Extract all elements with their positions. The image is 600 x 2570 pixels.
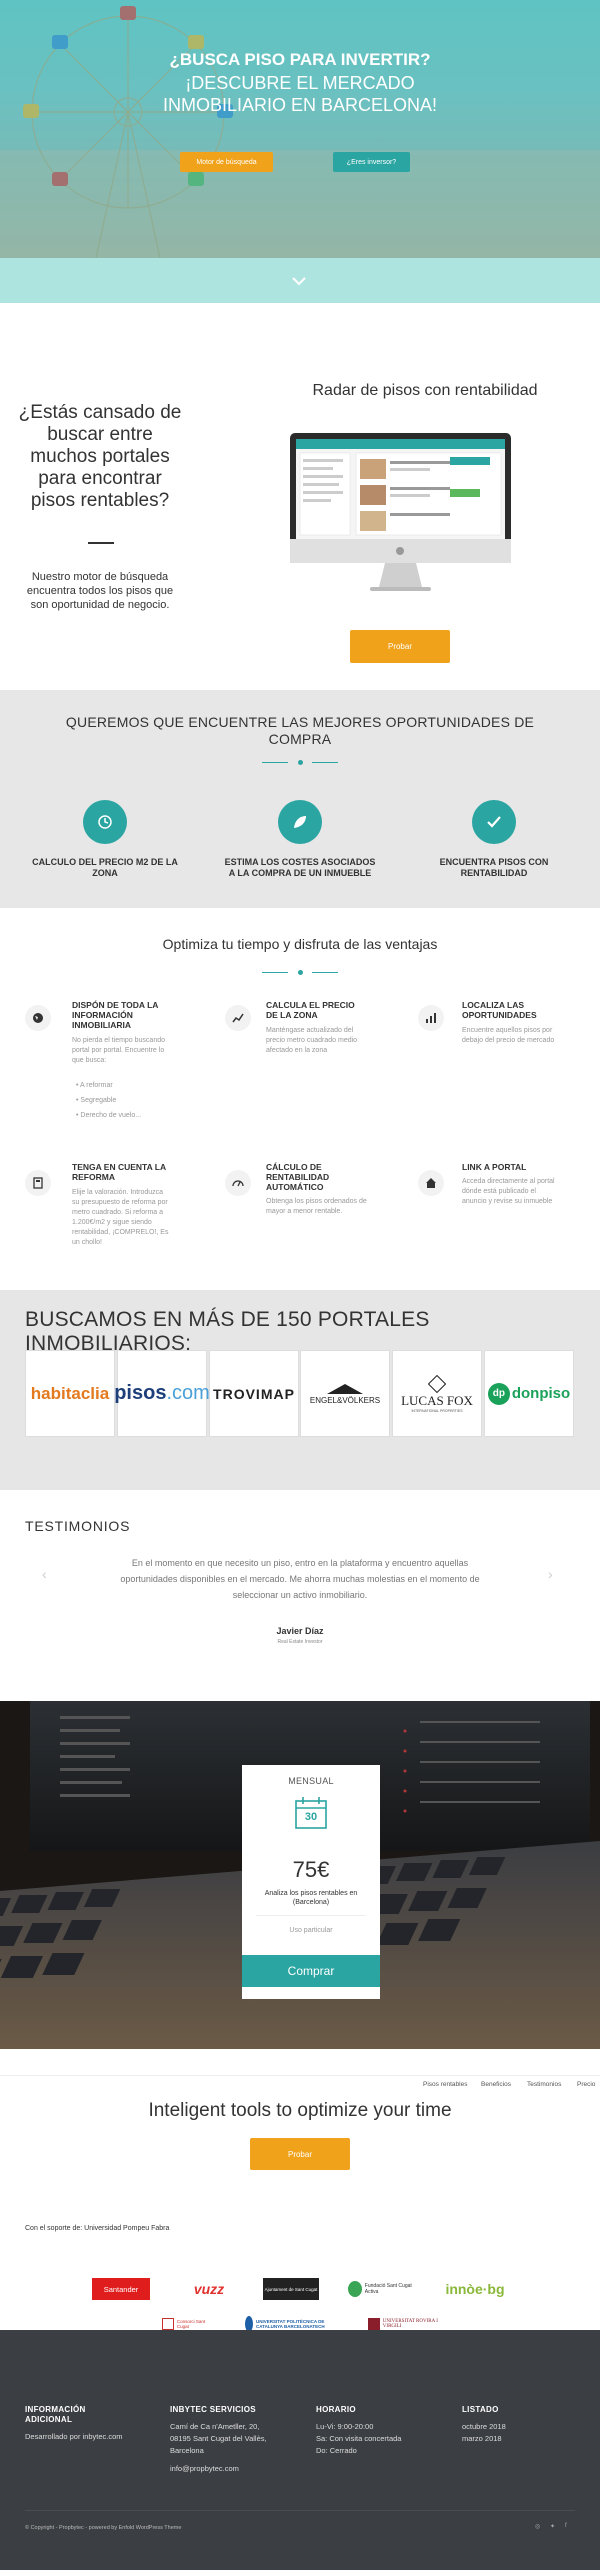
footer-heading-services: INBYTEC SERVICIOS: [170, 2405, 256, 2414]
price: 75€: [292, 1857, 330, 1882]
chevron-right-icon[interactable]: ›: [548, 1566, 553, 1582]
sant-cugat-logo: Ajuntament de Sant Cugat: [263, 2278, 319, 2300]
try-button[interactable]: Probar: [350, 630, 450, 663]
chart-line-icon: [225, 1005, 251, 1031]
tab-precio[interactable]: Precio: [577, 2081, 595, 2088]
footer-heading-info: INFORMACIÓN ADICIONAL: [25, 2405, 86, 2424]
price-description: Analiza los pisos rentables en (Barcelona…: [264, 1890, 358, 1906]
scroll-down-band: [0, 258, 600, 303]
bar-chart-icon: [418, 1005, 444, 1031]
advantage-title: TENGA EN CUENTA LA REFORMA: [72, 1162, 167, 1182]
buy-button[interactable]: Comprar: [242, 1955, 380, 1987]
tab-testimonios[interactable]: Testimonios: [527, 2081, 561, 2088]
copyright: © Copyright - Propbytec - powered by Enf…: [25, 2525, 182, 2531]
advantage-desc: Elije la valoración. Introduzca su presup…: [72, 1189, 169, 1246]
pricing-card: MENSUAL 30 75€ Analiza los pisos rentabl…: [242, 1765, 380, 1999]
advantage-title: DISPÓN DE TODA LA INFORMACIÓN INMOBILIARIA: [72, 1000, 159, 1030]
trovimap-logo: TROVIMAP: [209, 1350, 299, 1437]
radar-title: Radar de pisos con rentabilidad: [312, 382, 538, 399]
footer-address: Camí de Ca n'Ametller, 20, 08195 Sant Cug…: [170, 2422, 267, 2473]
habitaclia-logo: habitaclia: [25, 1350, 115, 1437]
pisos-logo: pisos.com: [114, 1350, 210, 1437]
vuzz-logo: vuzz: [193, 2281, 225, 2297]
advantage-bullets: • A reformar • Segregable • Derecho de vue…: [76, 1082, 142, 1119]
hero-banner: ¿BUSCA PISO PARA INVERTIR? ¡DESCUBRE EL …: [0, 0, 600, 258]
advantage-title: CALCULA EL PRECIO DE LA ZONA: [266, 1000, 355, 1020]
hero-subtitle-2: INMOBILIARIO EN BARCELONA!: [162, 95, 438, 115]
advantage-desc: No pierda el tiempo buscando portal por p…: [72, 1037, 166, 1064]
advantage-title: LINK A PORTAL: [462, 1162, 527, 1172]
footer-archive[interactable]: octubre 2018 marzo 2018: [462, 2421, 506, 2445]
portals-title: BUSCAMOS EN MÁS DE 150 PORTALES INMOBILI…: [25, 1308, 430, 1355]
twitter-icon[interactable]: ✦: [550, 2523, 555, 2530]
innoe-logo: innòe·bg: [445, 2281, 505, 2297]
chevron-down-icon[interactable]: [292, 276, 306, 286]
investor-button[interactable]: ¿Eres inversor?: [333, 152, 410, 172]
testimonial-name: Javier Díaz: [276, 1626, 324, 1636]
advantage-title: CÁLCULO DE RENTABILIDAD AUTOMÁTICO: [266, 1162, 330, 1192]
check-icon: [472, 800, 516, 844]
tab-beneficios[interactable]: Beneficios: [481, 2081, 511, 2088]
clock-icon: [83, 800, 127, 844]
intro-question: ¿Estás cansado de buscar entre muchos port…: [18, 402, 182, 511]
footer-developed-by[interactable]: Desarrollado por inbytec.com: [25, 2431, 123, 2443]
footer-hours: Lu-Vi: 9:00-20:00 Sa: Con visita concerta…: [316, 2422, 402, 2455]
tools-title: Inteligent tools to optimize your time: [148, 2100, 452, 2121]
globe-icon: [25, 1005, 51, 1031]
testimonials-title: TESTIMONIOS: [25, 1518, 131, 1534]
advantages-title: Optimiza tu tiempo y disfruta de las ven…: [162, 936, 438, 952]
testimonial-quote: En el momento en que necesito un piso, e…: [120, 1558, 480, 1600]
imac-screenshot: [290, 433, 511, 591]
advantage-title: LOCALIZA LAS OPORTUNIDADES: [462, 1000, 537, 1020]
feature-rentability: ENCUENTRA PISOS CON RENTABILIDAD: [439, 857, 549, 878]
footer-heading-hours: HORARIO: [316, 2405, 356, 2414]
donpiso-logo: dp donpiso: [484, 1350, 574, 1437]
calculator-icon: [25, 1170, 51, 1196]
try-button-2[interactable]: Probar: [250, 2138, 350, 2170]
hero-title: ¿BUSCA PISO PARA INVERTIR?: [169, 50, 431, 69]
testimonial-role: Real Estate Investor: [277, 1639, 323, 1645]
intro-description: Nuestro motor de búsqueda encuentra todos…: [26, 571, 174, 611]
section-tabs: Pisos rentables Beneficios Testimonios P…: [0, 2075, 600, 2093]
divider: [262, 970, 338, 975]
gauge-icon: [225, 1170, 251, 1196]
hero-subtitle-1: ¡DESCUBRE EL MERCADO: [185, 73, 415, 93]
footer-heading-list: LISTADO: [462, 2405, 499, 2414]
calendar-day: 30: [304, 1811, 318, 1823]
leaf-icon: [278, 800, 322, 844]
home-icon: [418, 1170, 444, 1196]
divider: [262, 760, 338, 765]
feature-costs: ESTIMA LOS COSTES ASOCIADOS A LA COMPRA D…: [224, 857, 376, 878]
search-engine-button[interactable]: Motor de búsqueda: [180, 152, 273, 172]
advantage-desc: Obtenga los pisos ordenados de mayor a me…: [266, 1198, 367, 1215]
tab-pisos-rentables[interactable]: Pisos rentables: [423, 2081, 467, 2088]
divider: [88, 542, 114, 544]
chevron-left-icon[interactable]: ‹: [42, 1566, 47, 1582]
santander-logo: Santander: [92, 2278, 150, 2300]
engel-volkers-logo: ENGEL&VÖLKERS: [300, 1350, 390, 1437]
usage-type: Uso particular: [289, 1927, 333, 1934]
advantage-desc: Manténgase actualizado del precio metro c…: [266, 1027, 358, 1054]
lucas-fox-logo: LUCAS FOX INTERNATIONAL PROPERTIES: [392, 1350, 482, 1437]
facebook-icon[interactable]: f: [565, 2523, 567, 2529]
plan-label: MENSUAL: [288, 1776, 334, 1786]
fundacio-logo: Fundació Sant Cugat Activa: [348, 2278, 418, 2300]
instagram-icon[interactable]: ◎: [535, 2523, 540, 2530]
advantage-desc: Encuentre aquellos pisos por debajo del p…: [462, 1027, 555, 1044]
footer: [0, 2330, 600, 2570]
advantage-desc: Acceda directamente al portal dónde está …: [462, 1178, 555, 1205]
support-text: Con el soporte de: Universidad Pompeu Fa…: [25, 2225, 170, 2232]
features-title: QUEREMOS QUE ENCUENTRE LAS MEJORES OPORT…: [65, 714, 535, 747]
feature-price-m2: CALCULO DEL PRECIO M2 DE LA ZONA: [32, 857, 178, 878]
